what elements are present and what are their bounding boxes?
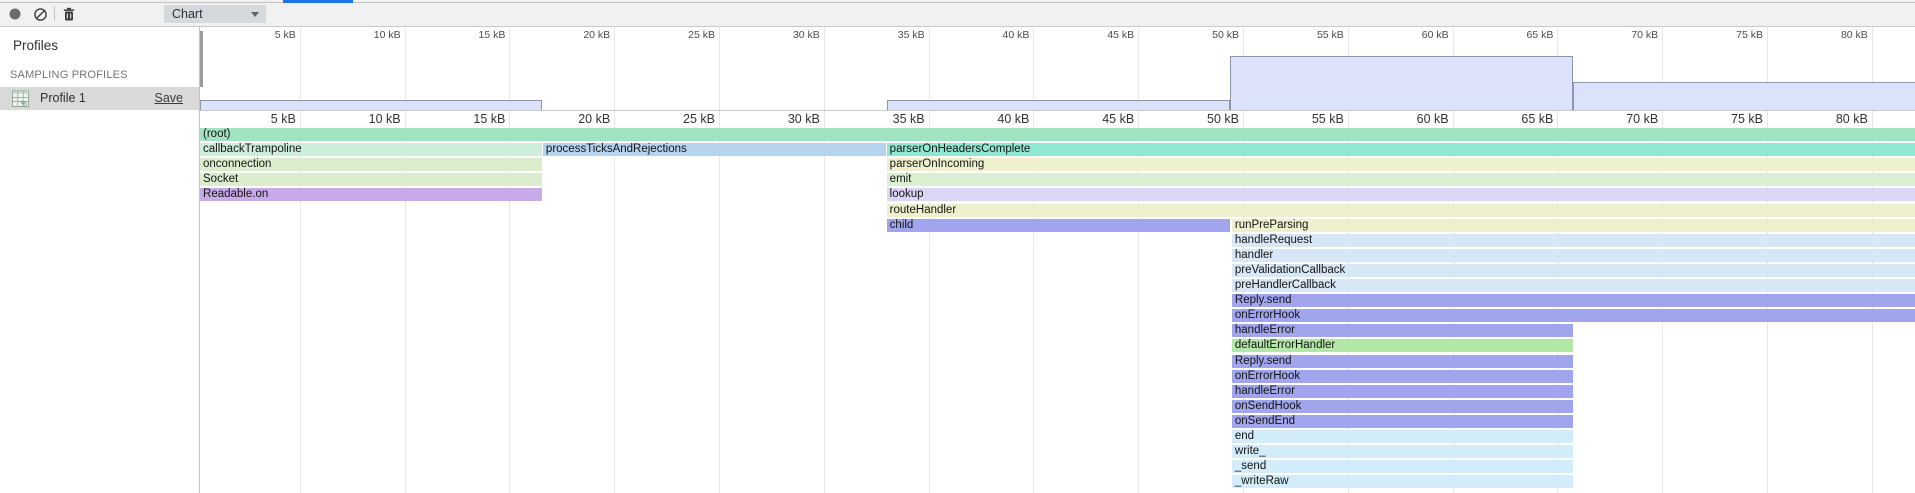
detail-ruler-tick: 80 kB — [1800, 112, 1868, 127]
flame-frame-onErrorHook[interactable]: onErrorHook — [1232, 309, 1915, 322]
gridline-20kb — [614, 27, 615, 493]
flame-frame-parserOnIncoming[interactable]: parserOnIncoming — [887, 158, 1915, 171]
flame-frame-handleError[interactable]: handleError — [1232, 385, 1573, 398]
toolbar-separator — [54, 6, 55, 21]
gridline-25kb — [719, 27, 720, 493]
gridline-45kb — [1138, 27, 1139, 493]
overview-depth-segment[interactable] — [200, 100, 542, 110]
flame-frame-runPreParsing[interactable]: runPreParsing — [1232, 219, 1915, 232]
sidebar-title: Profiles — [13, 38, 58, 53]
flame-frame-_writeRaw[interactable]: _writeRaw — [1232, 475, 1573, 488]
overview-ruler-tick: 50 kB — [1179, 29, 1239, 41]
trash-icon — [62, 7, 76, 22]
flame-frame-Readable.on[interactable]: Readable.on — [200, 188, 542, 201]
detail-ruler-tick: 20 kB — [542, 112, 610, 127]
flame-frame-preHandlerCallback[interactable]: preHandlerCallback — [1232, 279, 1915, 292]
detail-ruler-tick: 65 kB — [1485, 112, 1553, 127]
record-button[interactable] — [4, 4, 26, 24]
overview-ruler-tick: 55 kB — [1284, 29, 1344, 41]
detail-ruler-tick: 60 kB — [1381, 112, 1449, 127]
sampling-profiles-section-label: SAMPLING PROFILES — [10, 69, 128, 81]
gridline-40kb — [1033, 27, 1034, 493]
overview-ruler-tick: 35 kB — [865, 29, 925, 41]
flame-frame-onconnection[interactable]: onconnection — [200, 158, 542, 171]
delete-profile-button[interactable] — [58, 4, 80, 24]
flame-frame-handleError[interactable]: handleError — [1232, 324, 1573, 337]
active-tab-indicator — [283, 0, 353, 3]
flame-frame-end[interactable]: end — [1232, 430, 1573, 443]
detail-ruler-tick: 5 kB — [228, 112, 296, 127]
overview-ruler-tick: 80 kB — [1808, 29, 1868, 41]
chart-view-select-value: Chart — [172, 7, 203, 21]
flame-frame-write_[interactable]: write_ — [1232, 445, 1573, 458]
gridline-5kb — [300, 27, 301, 493]
profiles-sidebar: Profiles SAMPLING PROFILES % Profile 1 S… — [0, 27, 200, 493]
detail-ruler-tick: 70 kB — [1590, 112, 1658, 127]
overview-ruler-tick: 60 kB — [1389, 29, 1449, 41]
flame-frame-defaultErrorHandler[interactable]: defaultErrorHandler — [1232, 339, 1573, 352]
gridline-35kb — [929, 27, 930, 493]
detail-ruler-tick: 30 kB — [752, 112, 820, 127]
profiler-toolbar: Chart — [0, 0, 1915, 27]
flame-frame-child[interactable]: child — [887, 219, 1230, 232]
overview-scrollbar-thumb[interactable] — [200, 31, 203, 87]
overview-ruler-tick: 65 kB — [1493, 29, 1553, 41]
detail-ruler-tick: 45 kB — [1066, 112, 1134, 127]
overview-ruler-tick: 10 kB — [341, 29, 401, 41]
flame-frame-onSendHook[interactable]: onSendHook — [1232, 400, 1573, 413]
detail-ruler-tick: 15 kB — [437, 112, 505, 127]
flame-chart-pane[interactable]: 5 kB 5 kB 10 kB 10 kB 15 kB 15 kB 20 kB 20 kB 25… — [200, 27, 1915, 493]
svg-text:%: % — [21, 100, 27, 107]
detail-ruler-tick: 50 kB — [1171, 112, 1239, 127]
detail-ruler-tick: 55 kB — [1276, 112, 1344, 127]
chevron-down-icon — [251, 12, 259, 17]
flame-frame-Reply.send[interactable]: Reply.send — [1232, 294, 1915, 307]
flame-frame-Reply.send[interactable]: Reply.send — [1232, 355, 1573, 368]
chart-view-select[interactable]: Chart — [164, 5, 266, 23]
overview-ruler-tick: 20 kB — [550, 29, 610, 41]
overview-ruler-tick: 40 kB — [969, 29, 1029, 41]
save-profile-link[interactable]: Save — [155, 91, 184, 105]
overview-ruler-tick: 70 kB — [1598, 29, 1658, 41]
overview-depth-segment[interactable] — [1230, 56, 1573, 110]
profile-icon: % — [12, 90, 29, 107]
overview-ruler-tick: 15 kB — [445, 29, 505, 41]
flame-frame-preValidationCallback[interactable]: preValidationCallback — [1232, 264, 1915, 277]
gridline-15kb — [509, 27, 510, 493]
flame-frame-root[interactable]: (root) — [200, 128, 1915, 141]
block-icon — [33, 7, 48, 22]
overview-ruler-tick: 75 kB — [1703, 29, 1763, 41]
overview-ruler-tick: 5 kB — [236, 29, 296, 41]
flame-frame-lookup[interactable]: lookup — [887, 188, 1915, 201]
flame-frame-onErrorHook[interactable]: onErrorHook — [1232, 370, 1573, 383]
overview-ruler-tick: 30 kB — [760, 29, 820, 41]
overview-depth-segment[interactable] — [1573, 82, 1915, 110]
detail-ruler-tick: 40 kB — [961, 112, 1029, 127]
flame-frame-routeHandler[interactable]: routeHandler — [887, 204, 1915, 217]
detail-ruler-tick: 25 kB — [647, 112, 715, 127]
detail-ruler-tick: 75 kB — [1695, 112, 1763, 127]
overview-baseline — [200, 110, 1915, 111]
record-icon — [8, 7, 22, 21]
flame-frame-emit[interactable]: emit — [887, 173, 1915, 186]
overview-ruler-tick: 25 kB — [655, 29, 715, 41]
sidebar-item-profile-1[interactable]: % Profile 1 Save — [0, 87, 199, 110]
flame-frame-callbackTrampoline[interactable]: callbackTrampoline — [200, 143, 542, 156]
flame-frame-handleRequest[interactable]: handleRequest — [1232, 234, 1915, 247]
flame-frame-parserOnHeadersComplete[interactable]: parserOnHeadersComplete — [887, 143, 1915, 156]
flame-frame-_send[interactable]: _send — [1232, 460, 1573, 473]
clear-profiles-button[interactable] — [29, 4, 51, 24]
gridline-30kb — [824, 27, 825, 493]
overview-ruler-tick: 45 kB — [1074, 29, 1134, 41]
overview-depth-segment[interactable] — [887, 100, 1230, 110]
detail-ruler-tick: 35 kB — [857, 112, 925, 127]
flame-frame-handler[interactable]: handler — [1232, 249, 1915, 262]
devtools-sampling-profiler: Chart Profiles SAMPLING PROFILES % Profi… — [0, 0, 1915, 493]
flame-frame-processTicksAndRejections[interactable]: processTicksAndRejections — [543, 143, 886, 156]
profile-name: Profile 1 — [40, 91, 86, 105]
flame-frame-Socket[interactable]: Socket — [200, 173, 542, 186]
gridline-10kb — [405, 27, 406, 493]
detail-ruler-tick: 10 kB — [333, 112, 401, 127]
flame-frame-onSendEnd[interactable]: onSendEnd — [1232, 415, 1573, 428]
